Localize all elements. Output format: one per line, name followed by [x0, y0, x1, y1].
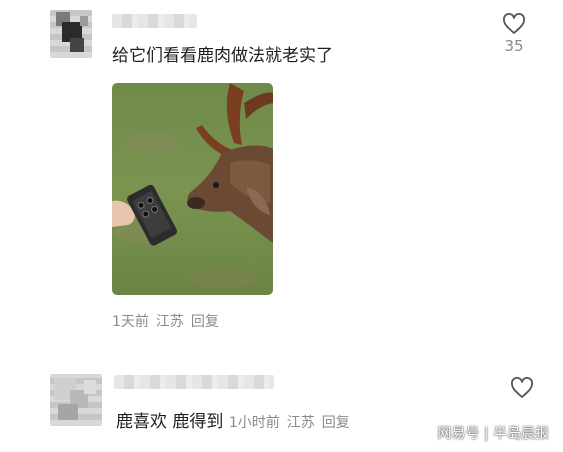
comment-text: 给它们看看鹿肉做法就老实了 [112, 46, 333, 66]
avatar[interactable] [50, 10, 92, 58]
reply-button[interactable]: 回复 [191, 314, 219, 330]
heart-outline-icon [511, 377, 533, 398]
username-blurred[interactable] [112, 14, 197, 28]
like-button[interactable]: 35 [494, 13, 534, 55]
reply-button[interactable]: 回复 [322, 415, 350, 431]
watermark: 网易号 | 半岛晨报 [437, 426, 549, 442]
comment-text-with-meta: 鹿喜欢 鹿得到 1小时前 江苏 回复 [116, 407, 357, 432]
heart-outline-icon [503, 13, 525, 34]
comment-text: 鹿喜欢 鹿得到 [116, 412, 224, 432]
like-count: 35 [504, 37, 524, 55]
avatar[interactable] [50, 374, 102, 426]
comment-location: 江苏 [286, 415, 315, 431]
like-button[interactable] [502, 377, 542, 399]
deer-photo [112, 83, 273, 295]
comment-photo[interactable] [112, 83, 273, 295]
comment-time: 1小时前 [228, 415, 280, 431]
comment-meta: 1天前 江苏 回复 [112, 311, 226, 331]
comment-location: 江苏 [155, 314, 184, 330]
username-blurred[interactable] [114, 375, 274, 389]
comment-time: 1天前 [112, 314, 149, 330]
